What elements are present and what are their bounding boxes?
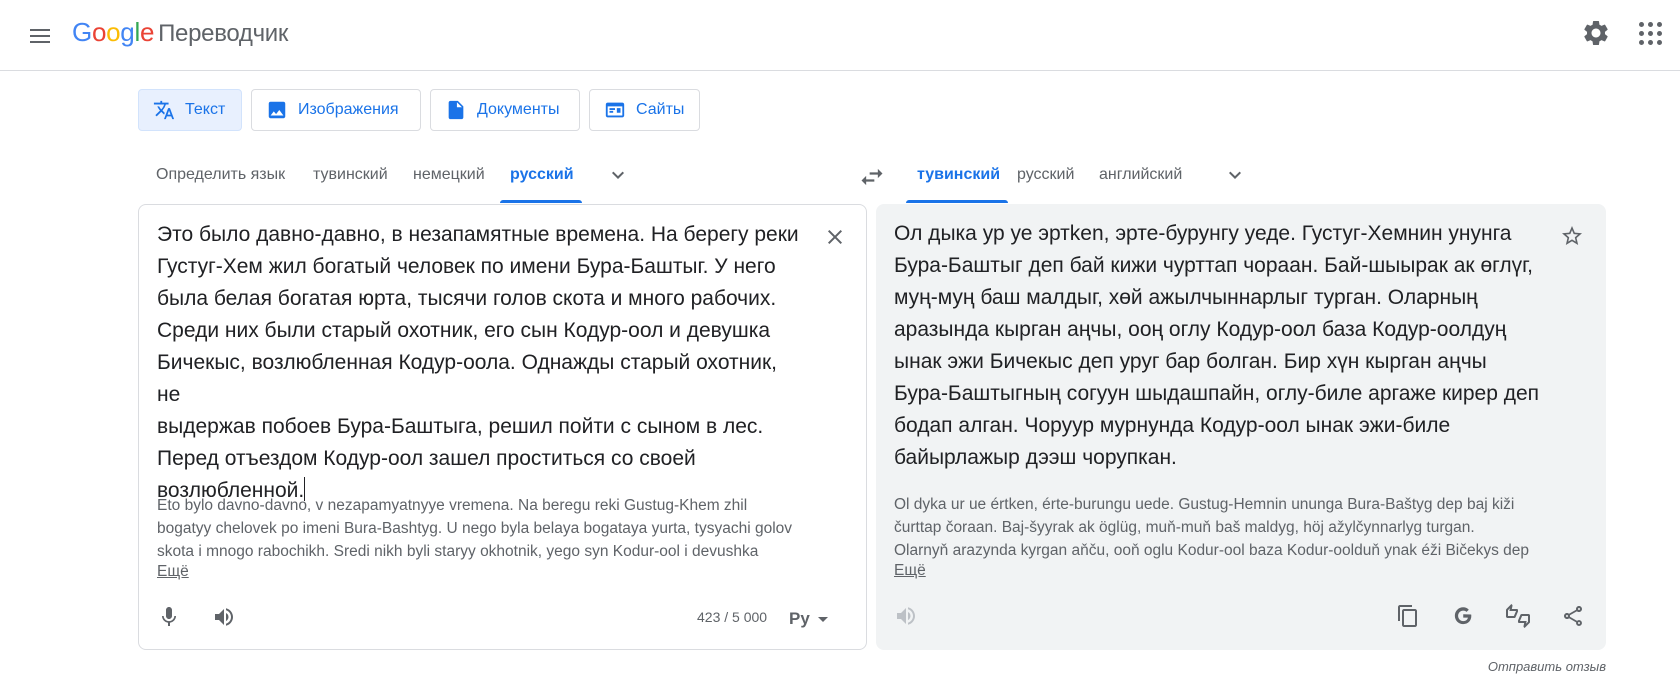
source-lang-detect[interactable]: Определить язык: [156, 166, 285, 184]
translation-more-link[interactable]: Ещё: [894, 562, 926, 580]
transliteration-line: bogatyy chelovek po imeni Bura-Bashtyg. …: [157, 520, 793, 537]
microphone-icon: [162, 607, 176, 626]
tab-text-label: Текст: [185, 101, 226, 118]
gear-icon[interactable]: [1581, 18, 1611, 48]
logo-letter: o: [91, 17, 107, 47]
logo-letter: e: [139, 17, 155, 47]
source-line: была белая богатая юрта, тысячи голов ск…: [157, 287, 777, 310]
translation-line: Ол дыка ур уе эртken, эрте-бурунгу уеде.…: [894, 222, 1512, 245]
menu-icon[interactable]: [24, 20, 56, 52]
keyboard-layout-label: Ру: [789, 609, 810, 628]
voice-input-button[interactable]: [151, 599, 187, 635]
product-name: Переводчик: [158, 20, 289, 47]
source-line: выдержав побоев Бура-Баштыга, решил пойт…: [157, 415, 764, 438]
tab-documents-label: Документы: [477, 101, 560, 118]
translation-line: аразында кырган аңчы, ооң оглу Кодур-оол…: [894, 318, 1507, 341]
target-lang-chevron-down-icon[interactable]: [1223, 163, 1247, 187]
tab-images[interactable]: Изображения: [251, 89, 421, 131]
translation-panel: Ол дыка ур уе эртken, эрте-бурунгу уеде.…: [876, 204, 1606, 650]
character-counter: 423 / 5 000: [697, 609, 768, 625]
source-panel: Это было давно-давно, в незапамятные вре…: [138, 204, 867, 650]
image-icon: [268, 101, 286, 119]
rate-translation-button[interactable]: [1500, 598, 1536, 634]
speaker-icon: [897, 607, 915, 625]
transliteration-line: čurttap čoraan. Baj-šyyrak ak öglüg, muň…: [894, 519, 1475, 536]
translate-icon: [153, 100, 175, 120]
logo-letter: o: [106, 17, 121, 47]
save-translation-button[interactable]: [1554, 218, 1590, 254]
website-icon: [605, 102, 625, 118]
source-lang-german[interactable]: немецкий: [413, 166, 485, 184]
app-logo[interactable]: Google Переводчик: [72, 17, 288, 48]
translation-line: байырлажыр дээш чорупкан.: [894, 446, 1177, 469]
translation-line: Бура-Баштыгның согуун шыдашпайн, оглу-би…: [894, 382, 1540, 405]
translation-line: муң-муң баш малдыг, хөй ажылчыннарлыг ту…: [894, 286, 1478, 309]
source-lang-chevron-down-icon[interactable]: [606, 163, 630, 187]
star-outline-icon: [1562, 226, 1582, 245]
translation-listen-button[interactable]: [888, 598, 924, 634]
translation-line: ынак эжи Бичекыс деп уруг бар болган. Би…: [894, 350, 1487, 373]
send-feedback-link[interactable]: Отправить отзыв: [1400, 659, 1606, 674]
source-lang-russian[interactable]: русский: [510, 166, 574, 184]
translation-transliteration: Ol dyka ur ue értken, érte-burungu uede.…: [894, 493, 1559, 562]
document-icon: [448, 100, 464, 120]
tab-text[interactable]: Текст: [138, 89, 242, 131]
target-lang-active-indicator: [906, 200, 1008, 203]
dropdown-arrow-icon: [817, 616, 828, 622]
transliteration-line: Eto bylo davno-davno, v nezapamyatnyye v…: [157, 497, 748, 514]
source-transliteration: Eto bylo davno-davno, v nezapamyatnyye v…: [157, 494, 817, 563]
transliteration-line: Ol dyka ur ue értken, érte-burungu uede.…: [894, 496, 1515, 513]
source-text-input[interactable]: Это было давно-давно, в незапамятные вре…: [157, 219, 802, 507]
copy-translation-button[interactable]: [1390, 598, 1426, 634]
copy-icon: [1398, 605, 1417, 627]
source-lang-tuvan[interactable]: тувинский: [313, 166, 388, 184]
source-listen-button[interactable]: [206, 599, 242, 635]
translation-line: Бура-Баштыг деп бай кижи чурттап чораан.…: [894, 254, 1534, 277]
source-lang-active-indicator: [500, 200, 582, 203]
thumbs-up-down-icon: [1506, 604, 1530, 628]
transliteration-line: Olarnyň arazynda kyrgan aňču, ooň oglu K…: [894, 542, 1530, 559]
source-line: Густуг-Хем жил богатый человек по имени …: [157, 255, 776, 278]
source-line: Бичекыс, возлюбленная Кодур-оола. Однажд…: [157, 351, 778, 406]
source-line: Среди них были старый охотник, его сын К…: [157, 319, 771, 342]
target-lang-tuvan[interactable]: тувинский: [917, 166, 1000, 184]
google-g-icon: [1454, 607, 1472, 625]
apps-grid-icon[interactable]: [1636, 19, 1664, 47]
source-line: Это было давно-давно, в незапамятные вре…: [157, 223, 799, 246]
input-tools-button[interactable]: Ру: [789, 605, 841, 633]
logo-letter: G: [72, 17, 92, 47]
source-more-link[interactable]: Ещё: [157, 563, 189, 581]
top-app-bar: Google Переводчик: [0, 0, 1680, 71]
speaker-icon: [215, 608, 233, 626]
tab-websites-label: Сайты: [636, 101, 685, 118]
google-search-button[interactable]: [1445, 598, 1481, 634]
tab-images-label: Изображения: [298, 101, 399, 118]
tab-websites[interactable]: Сайты: [589, 89, 700, 131]
close-icon: [828, 230, 842, 244]
share-icon: [1564, 606, 1582, 626]
translation-output: Ол дыка ур уе эртken, эрте-бурунгу уеде.…: [894, 218, 1544, 474]
tab-documents[interactable]: Документы: [430, 89, 580, 131]
translation-line: бодап алган. Чоруур мурнунда Кодур-оол ы…: [894, 414, 1451, 437]
source-line: Перед отъездом Кодур-оол зашел проститьс…: [157, 447, 696, 470]
target-lang-english[interactable]: английский: [1099, 166, 1182, 184]
swap-languages-icon[interactable]: [857, 163, 887, 191]
target-lang-russian[interactable]: русский: [1017, 166, 1074, 184]
logo-letter: g: [120, 17, 135, 47]
clear-text-button[interactable]: [817, 219, 853, 255]
transliteration-line: skota i mnogo rabochikh. Sredi nikh byli…: [157, 543, 759, 560]
share-translation-button[interactable]: [1555, 598, 1591, 634]
